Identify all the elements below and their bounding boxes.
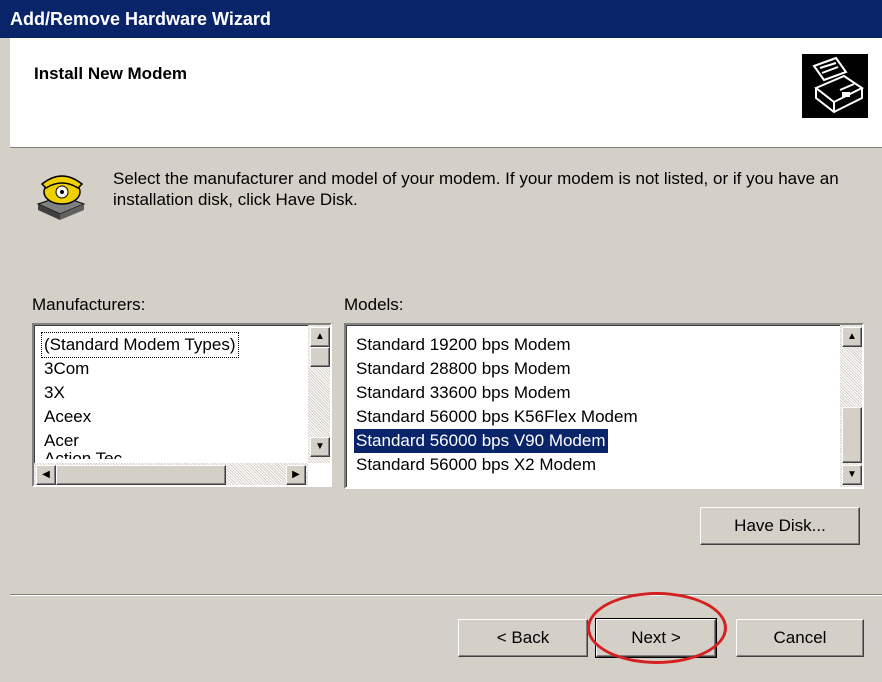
window-title: Add/Remove Hardware Wizard <box>10 9 271 29</box>
back-button[interactable]: < Back <box>458 619 588 657</box>
wizard-body: Select the manufacturer and model of you… <box>10 149 882 682</box>
list-item[interactable]: 3X <box>42 381 67 405</box>
page-title: Install New Modem <box>34 64 188 83</box>
list-item[interactable]: Standard 56000 bps K56Flex Modem <box>354 405 640 429</box>
list-item[interactable]: 3Com <box>42 357 91 381</box>
scrollbar-thumb[interactable] <box>56 465 226 485</box>
telephone-modem-icon <box>32 166 88 222</box>
scrollbar-thumb[interactable] <box>842 407 862 463</box>
next-button[interactable]: Next > <box>595 618 717 658</box>
manufacturers-label: Manufacturers: <box>32 295 146 314</box>
scroll-down-arrow-icon[interactable]: ▼ <box>842 465 862 485</box>
list-item[interactable]: (Standard Modem Types) <box>41 332 239 358</box>
divider <box>10 594 882 596</box>
scroll-down-arrow-icon[interactable]: ▼ <box>310 437 330 457</box>
list-item[interactable]: Standard 33600 bps Modem <box>354 381 573 405</box>
list-item[interactable]: Standard 19200 bps Modem <box>354 333 573 357</box>
scroll-up-arrow-icon[interactable]: ▲ <box>310 327 330 347</box>
models-listbox[interactable]: Standard 19200 bps Modem Standard 28800 … <box>344 323 864 489</box>
manufacturers-listbox[interactable]: (Standard Modem Types) 3Com 3X Aceex Ace… <box>32 323 332 487</box>
instruction-text: Select the manufacturer and model of you… <box>113 169 839 209</box>
scroll-left-arrow-icon[interactable]: ◀ <box>36 465 56 485</box>
list-item-selected[interactable]: Standard 56000 bps V90 Modem <box>354 429 608 453</box>
have-disk-button[interactable]: Have Disk... <box>700 507 860 545</box>
list-item[interactable]: Aceex <box>42 405 93 429</box>
window-titlebar: Add/Remove Hardware Wizard <box>0 0 882 38</box>
list-item[interactable]: Standard 28800 bps Modem <box>354 357 573 381</box>
cancel-button[interactable]: Cancel <box>736 619 864 657</box>
scroll-up-arrow-icon[interactable]: ▲ <box>842 327 862 347</box>
scroll-right-arrow-icon[interactable]: ▶ <box>286 465 306 485</box>
models-label: Models: <box>344 295 404 314</box>
wizard-header: Install New Modem <box>10 38 882 148</box>
list-item[interactable]: Standard 56000 bps X2 Modem <box>354 453 598 477</box>
scrollbar-thumb[interactable] <box>310 347 330 367</box>
hardware-wizard-icon <box>802 54 868 118</box>
